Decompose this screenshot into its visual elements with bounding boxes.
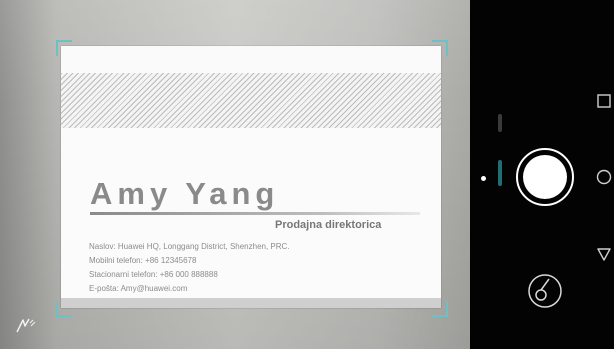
mode-selector-dot: [481, 176, 486, 181]
camera-mode-switch-icon[interactable]: [527, 273, 563, 309]
card-name: Amy Yang: [90, 176, 280, 211]
flash-auto-icon[interactable]: [14, 314, 38, 334]
frame-corner-top-left: [56, 40, 72, 56]
shutter-button-core: [523, 155, 567, 199]
card-job-title: Prodajna direktorica: [275, 219, 382, 231]
shutter-button[interactable]: [516, 148, 574, 206]
camera-mode-indicator-icon[interactable]: [496, 110, 504, 205]
square-icon[interactable]: [596, 93, 612, 109]
card-email-line: E-pošta: Amy@huawei.com: [89, 284, 188, 293]
circle-icon[interactable]: [596, 169, 612, 185]
card-bottom-band: [61, 298, 441, 308]
card-divider: [90, 212, 420, 215]
business-card: Amy Yang Prodajna direktorica Naslov: Hu…: [61, 46, 441, 308]
frame-corner-top-right: [432, 40, 448, 56]
triangle-back-icon[interactable]: [596, 246, 612, 262]
card-landline-line: Stacionarni telefon: +86 000 888888: [89, 270, 218, 279]
frame-corner-bottom-left: [56, 301, 72, 317]
card-address-line: Naslov: Huawei HQ, Longgang District, Sh…: [89, 242, 290, 251]
card-stripe-band: [61, 73, 441, 128]
frame-corner-bottom-right: [432, 301, 448, 317]
card-header-band: [61, 46, 441, 73]
card-mobile-line: Mobilni telefon: +86 12345678: [89, 256, 197, 265]
